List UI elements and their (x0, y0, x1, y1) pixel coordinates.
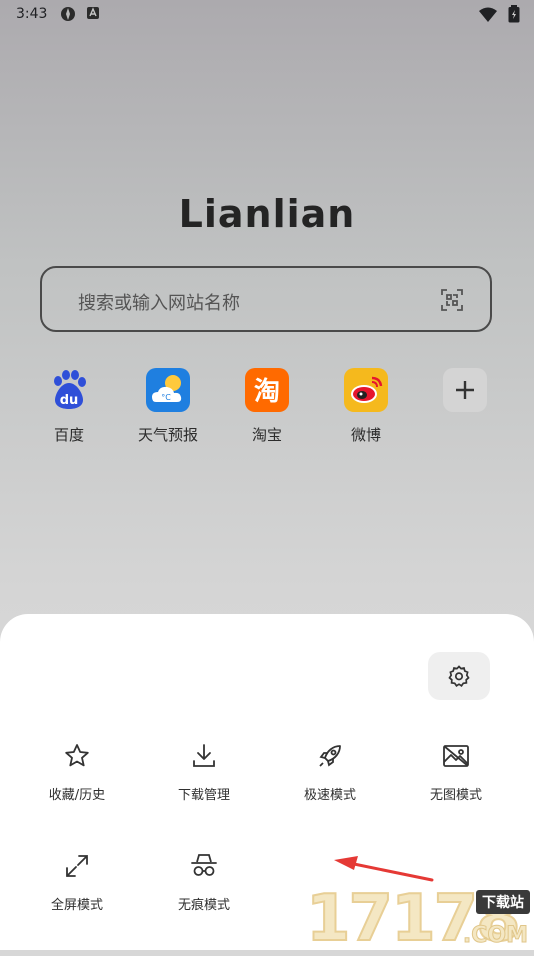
app-icon-2 (86, 6, 100, 24)
menu-label: 全屏模式 (50, 898, 103, 913)
no-image-mode-item[interactable]: 无图模式 (401, 742, 511, 803)
svg-text:°C: °C (161, 393, 171, 402)
app-icon-1 (60, 6, 76, 26)
menu-label: 下载管理 (177, 788, 230, 803)
rocket-icon (319, 745, 341, 767)
menu-label: 无痕模式 (177, 898, 230, 913)
fullscreen-icon (66, 855, 88, 877)
status-bar: 3:43 (0, 0, 534, 30)
baidu-icon: du (47, 368, 91, 412)
add-shortcut-button[interactable] (420, 368, 510, 412)
svg-text:淘: 淘 (254, 377, 280, 407)
add-icon (443, 368, 487, 412)
shortcut-taobao[interactable]: 淘 淘宝 (222, 368, 312, 445)
favorites-history-item[interactable]: 收藏/历史 (22, 742, 132, 803)
site-watermark: 17178 下载站 .COM (305, 881, 532, 956)
status-right (478, 5, 520, 27)
search-bar[interactable]: 搜索或输入网站名称 (40, 266, 492, 332)
no-image-icon (443, 745, 469, 767)
menu-label: 极速模式 (303, 788, 356, 803)
wifi-icon (478, 7, 497, 22)
incognito-icon (191, 854, 217, 876)
search-placeholder[interactable]: 搜索或输入网站名称 (78, 289, 240, 315)
settings-button[interactable] (428, 652, 490, 700)
menu-label: 收藏/历史 (48, 788, 106, 803)
star-icon (65, 744, 89, 767)
battery-icon (508, 5, 520, 23)
shortcut-baidu[interactable]: du 百度 (24, 368, 114, 445)
download-manager-item[interactable]: 下载管理 (149, 742, 259, 803)
download-icon (193, 744, 215, 767)
weather-icon: °C (146, 368, 190, 412)
weibo-icon (344, 368, 388, 412)
shortcut-weibo[interactable]: 微博 (321, 368, 411, 445)
app-logo: Lianlian (178, 192, 356, 236)
incognito-mode-item[interactable]: 无痕模式 (149, 852, 259, 913)
shortcut-label: 百度 (53, 426, 84, 444)
menu-label: 无图模式 (429, 788, 482, 803)
taobao-icon: 淘 (245, 368, 289, 412)
fullscreen-mode-item[interactable]: 全屏模式 (22, 852, 132, 913)
watermark-badge: 下载站 (476, 890, 530, 914)
shortcut-label: 微博 (350, 426, 381, 444)
shortcut-weather[interactable]: °C 天气预报 (123, 368, 213, 445)
svg-text:du: du (60, 393, 79, 408)
shortcut-label: 天气预报 (137, 426, 198, 444)
watermark-domain: .COM (462, 923, 528, 949)
speed-mode-item[interactable]: 极速模式 (275, 742, 385, 803)
scan-icon[interactable] (440, 288, 464, 316)
status-time: 3:43 (16, 6, 48, 22)
gear-icon (448, 665, 470, 687)
shortcut-label: 淘宝 (251, 426, 282, 444)
